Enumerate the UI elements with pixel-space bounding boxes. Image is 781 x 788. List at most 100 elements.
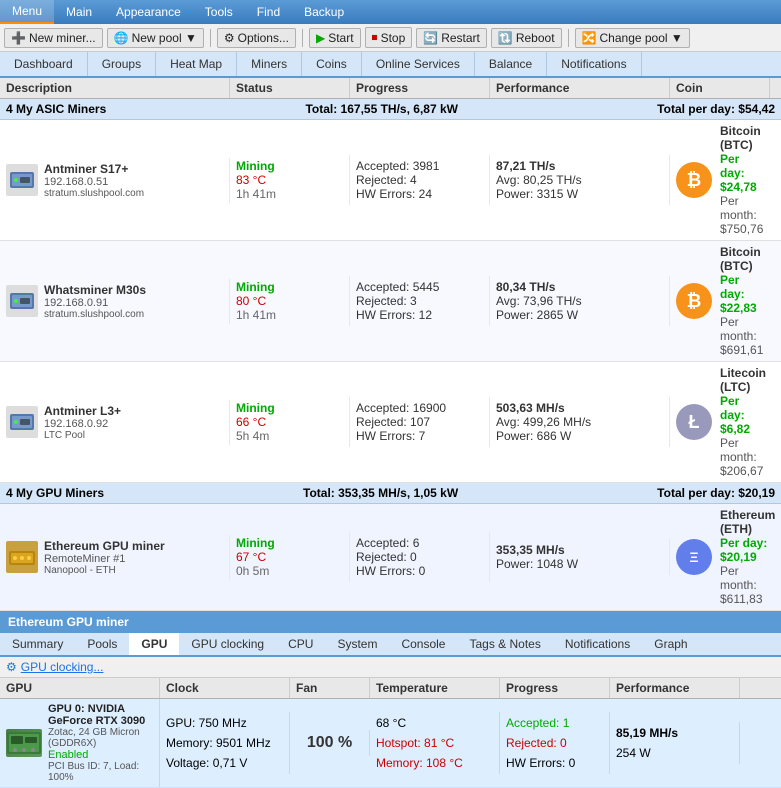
restart-label: Restart <box>441 31 480 45</box>
gpu-cell-temp-0: 68 °C Hotspot: 81 °C Memory: 108 °C <box>370 712 500 774</box>
miner-icon-l3 <box>6 406 38 438</box>
gpu-fan-0: 100 % <box>307 734 352 752</box>
miner-perf-s17: 87,21 TH/s Avg: 80,25 TH/s Power: 3315 W <box>490 155 670 205</box>
gpu-temp-mem-0: Memory: 108 °C <box>376 756 463 770</box>
gpu-clock-mem-0: Memory: 9501 MHz <box>166 736 271 750</box>
miner-icon-m30s <box>6 285 38 317</box>
gpu-cell-fan-0: 100 % <box>290 730 370 756</box>
add-icon: ➕ <box>11 31 26 45</box>
status-mining-m30s: Mining <box>236 280 343 294</box>
coin-day-eth-gpu: Per day: $20,19 <box>720 536 775 564</box>
options-icon: ⚙ <box>224 31 235 45</box>
coin-icon-btc-s17: ₿ <box>676 162 712 198</box>
bottom-panel-title-text: Ethereum GPU miner <box>8 615 129 629</box>
pool-icon: 🌐 <box>114 31 129 45</box>
status-uptime-m30s: 1h 41m <box>236 308 343 322</box>
bottom-tab-tags-notes[interactable]: Tags & Notes <box>457 633 552 655</box>
change-pool-label: Change pool ▼ <box>600 31 683 45</box>
gpu-cell-progress-0: Accepted: 1 Rejected: 0 HW Errors: 0 <box>500 712 610 774</box>
restart-icon: 🔄 <box>423 31 438 45</box>
gpu-col-performance: Performance <box>610 678 740 698</box>
miner-description-l3: Antminer L3+ 192.168.0.92 LTC Pool <box>0 400 230 445</box>
tab-notifications[interactable]: Notifications <box>547 52 641 76</box>
bottom-tab-gpu[interactable]: GPU <box>129 631 179 655</box>
col-coin: Coin <box>670 78 770 98</box>
miner-pool-m30s: stratum.slushpool.com <box>44 309 146 320</box>
perf2-l3: Avg: 499,26 MH/s <box>496 415 663 429</box>
gpu-sub-0: Zotac, 24 GB Micron (GDDR6X) <box>48 727 153 749</box>
miner-coin-m30s: ₿ Bitcoin (BTC) Per day: $22,83 Per mont… <box>670 241 770 361</box>
gpu-section: ⚙ GPU clocking... GPU Clock Fan Temperat… <box>0 657 781 788</box>
col-progress: Progress <box>350 78 490 98</box>
bottom-tab-cpu[interactable]: CPU <box>276 633 325 655</box>
miner-icon-eth-gpu <box>6 541 38 573</box>
tab-dashboard[interactable]: Dashboard <box>0 52 88 76</box>
hwerrors-s17: HW Errors: 24 <box>356 187 483 201</box>
miner-row-eth-gpu[interactable]: Ethereum GPU miner RemoteMiner #1 Nanopo… <box>0 504 781 611</box>
perf3-l3: Power: 686 W <box>496 429 663 443</box>
gpu-clocking-label[interactable]: GPU clocking... <box>21 660 104 674</box>
miner-row-antminer-s17[interactable]: Antminer S17+ 192.168.0.51 stratum.slush… <box>0 120 781 241</box>
tab-groups[interactable]: Groups <box>88 52 156 76</box>
rejected-m30s: Rejected: 3 <box>356 294 483 308</box>
hwerrors-l3: HW Errors: 7 <box>356 429 483 443</box>
tab-coins[interactable]: Coins <box>302 52 362 76</box>
miner-ip-s17: 192.168.0.51 <box>44 176 144 188</box>
reboot-button[interactable]: 🔃 Reboot <box>491 28 562 48</box>
miner-progress-l3: Accepted: 16900 Rejected: 107 HW Errors:… <box>350 397 490 447</box>
bottom-tab-summary[interactable]: Summary <box>0 633 75 655</box>
gpu-hwerrors-0: HW Errors: 0 <box>506 756 575 770</box>
bottom-tab-pools[interactable]: Pools <box>75 633 129 655</box>
gpu-row-0[interactable]: GPU 0: NVIDIA GeForce RTX 3090 Zotac, 24… <box>0 699 781 788</box>
coin-day-s17: Per day: $24,78 <box>720 152 764 194</box>
restart-button[interactable]: 🔄 Restart <box>416 28 487 48</box>
reboot-icon: 🔃 <box>498 31 513 45</box>
miner-info-m30s: Whatsminer M30s 192.168.0.91 stratum.slu… <box>44 283 146 320</box>
tab-balance[interactable]: Balance <box>475 52 547 76</box>
coin-icon-ltc-l3: Ł <box>676 404 712 440</box>
start-label: Start <box>328 31 353 45</box>
tab-heat-map[interactable]: Heat Map <box>156 52 237 76</box>
miner-row-antminer-l3[interactable]: Antminer L3+ 192.168.0.92 LTC Pool Minin… <box>0 362 781 483</box>
miner-progress-eth-gpu: Accepted: 6 Rejected: 0 HW Errors: 0 <box>350 532 490 582</box>
new-miner-button[interactable]: ➕ New miner... <box>4 28 103 48</box>
bottom-tab-system[interactable]: System <box>325 633 389 655</box>
start-button[interactable]: ▶ Start <box>309 28 361 48</box>
bottom-tab-notifications[interactable]: Notifications <box>553 633 642 655</box>
coin-icon-btc-m30s: ₿ <box>676 283 712 319</box>
options-label: Options... <box>238 31 289 45</box>
change-pool-button[interactable]: 🔀 Change pool ▼ <box>575 28 690 48</box>
tab-online-services[interactable]: Online Services <box>362 52 475 76</box>
perf1-l3: 503,63 MH/s <box>496 401 663 415</box>
reboot-label: Reboot <box>516 31 555 45</box>
hwerrors-eth-gpu: HW Errors: 0 <box>356 564 483 578</box>
bottom-tabs: Summary Pools GPU GPU clocking CPU Syste… <box>0 633 781 657</box>
miner-status-eth-gpu: Mining 67 °C 0h 5m <box>230 532 350 582</box>
gpu-col-temperature: Temperature <box>370 678 500 698</box>
bottom-tab-console[interactable]: Console <box>389 633 457 655</box>
menu-item-main[interactable]: Main <box>54 0 104 24</box>
status-temp-m30s: 80 °C <box>236 294 343 308</box>
coin-month-m30s: Per month: $691,61 <box>720 315 764 357</box>
new-pool-button[interactable]: 🌐 New pool ▼ <box>107 28 204 48</box>
gpu-col-fan: Fan <box>290 678 370 698</box>
tab-miners[interactable]: Miners <box>237 52 302 76</box>
stop-button[interactable]: ⏹ Stop <box>365 27 413 48</box>
perf3-eth-gpu: Power: 1048 W <box>496 557 663 571</box>
coin-name-l3: Litecoin (LTC) <box>720 366 766 394</box>
menu-item-backup[interactable]: Backup <box>292 0 356 24</box>
options-button[interactable]: ⚙ Options... <box>217 28 296 48</box>
menu-item-appearance[interactable]: Appearance <box>104 0 193 24</box>
bottom-panel-title: Ethereum GPU miner <box>0 611 781 633</box>
menu-item-menu[interactable]: Menu <box>0 0 54 24</box>
col-performance: Performance <box>490 78 670 98</box>
hwerrors-m30s: HW Errors: 12 <box>356 308 483 322</box>
gpu-clocking-toolbar: ⚙ GPU clocking... <box>0 657 781 678</box>
menu-item-tools[interactable]: Tools <box>193 0 245 24</box>
rejected-l3: Rejected: 107 <box>356 415 483 429</box>
coin-info-s17: Bitcoin (BTC) Per day: $24,78 Per month:… <box>720 124 764 236</box>
miner-row-whatsminer-m30s[interactable]: Whatsminer M30s 192.168.0.91 stratum.slu… <box>0 241 781 362</box>
menu-item-find[interactable]: Find <box>245 0 292 24</box>
bottom-tab-graph[interactable]: Graph <box>642 633 699 655</box>
bottom-tab-gpu-clocking[interactable]: GPU clocking <box>179 633 276 655</box>
